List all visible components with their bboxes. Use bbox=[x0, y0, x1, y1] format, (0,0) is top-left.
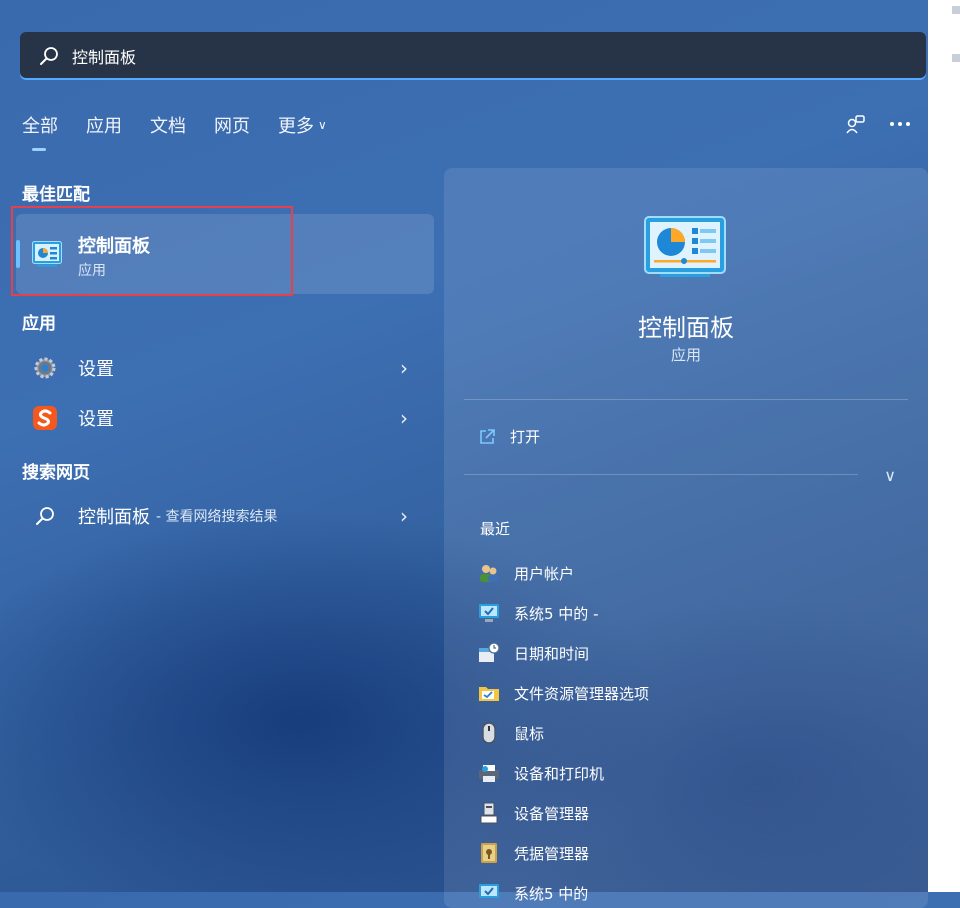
recent-item-label: 鼠标 bbox=[514, 724, 545, 743]
account-switch-icon bbox=[846, 115, 865, 134]
search-box[interactable] bbox=[20, 32, 926, 80]
recent-item-label: 设备管理器 bbox=[514, 804, 590, 823]
detail-panel: 控制面板 应用 打开 ∨ 最近 用户帐户 系统5 中的 - 日期和时间 文件资源… bbox=[444, 168, 928, 908]
divider bbox=[464, 399, 908, 400]
search-icon bbox=[40, 47, 58, 65]
tab-web[interactable]: 网页 bbox=[214, 112, 250, 138]
search-icon bbox=[32, 503, 58, 529]
recent-item-label: 文件资源管理器选项 bbox=[514, 684, 650, 703]
red-highlight-box bbox=[11, 206, 293, 296]
detail-app-type: 应用 bbox=[670, 346, 701, 364]
recent-item-devices-printers[interactable]: 设备和打印机 bbox=[478, 762, 604, 784]
web-search-heading: 搜索网页 bbox=[22, 463, 90, 483]
recent-item-mouse[interactable]: 鼠标 bbox=[478, 722, 544, 744]
system-icon bbox=[479, 884, 499, 898]
folder-options-icon bbox=[479, 687, 499, 701]
more-options-button[interactable] bbox=[886, 110, 914, 138]
recent-item-label: 设备和打印机 bbox=[514, 764, 605, 783]
account-switch-button[interactable] bbox=[842, 110, 870, 138]
app-result-settings-sogou[interactable]: 设置 › bbox=[22, 396, 418, 440]
printer-icon bbox=[479, 765, 499, 782]
app-result-label: 设置 bbox=[78, 409, 114, 430]
tab-more[interactable]: 更多 ∨ bbox=[278, 112, 327, 138]
recent-item-user-accounts[interactable]: 用户帐户 bbox=[478, 562, 574, 584]
gear-icon bbox=[32, 355, 58, 381]
chevron-right-icon: › bbox=[400, 406, 408, 430]
recent-heading: 最近 bbox=[480, 520, 511, 538]
top-actions bbox=[826, 110, 914, 138]
tab-documents[interactable]: 文档 bbox=[150, 112, 186, 138]
recent-item-folder-options[interactable]: 文件资源管理器选项 bbox=[478, 682, 649, 704]
apps-heading: 应用 bbox=[22, 314, 56, 334]
tab-all[interactable]: 全部 bbox=[22, 112, 58, 151]
open-external-icon bbox=[480, 428, 495, 444]
chevron-down-icon: ∨ bbox=[318, 118, 327, 132]
recent-item-date-time[interactable]: 日期和时间 bbox=[478, 642, 589, 664]
app-result-label: 设置 bbox=[78, 359, 114, 380]
edge-fragment bbox=[952, 54, 960, 62]
more-dots-icon bbox=[890, 122, 910, 126]
detail-app-name: 控制面板 bbox=[638, 314, 734, 342]
sogou-icon bbox=[32, 405, 58, 431]
system-icon bbox=[479, 604, 499, 622]
open-action[interactable]: 打开 bbox=[478, 426, 540, 447]
recent-item-system[interactable]: 系统5 中的 - bbox=[478, 602, 599, 624]
filter-tabs: 全部 应用 文档 网页 更多 ∨ bbox=[22, 112, 355, 151]
best-match-heading: 最佳匹配 bbox=[22, 185, 90, 205]
date-time-icon bbox=[479, 642, 500, 662]
edge-fragment bbox=[952, 6, 960, 14]
chevron-right-icon: › bbox=[400, 356, 408, 380]
web-search-result[interactable]: 控制面板 - 查看网络搜索结果 › bbox=[22, 494, 418, 538]
tab-apps[interactable]: 应用 bbox=[86, 112, 122, 138]
device-manager-icon bbox=[480, 802, 498, 824]
recent-item-system-2[interactable]: 系统5 中的 bbox=[478, 882, 588, 904]
recent-item-label: 日期和时间 bbox=[514, 644, 590, 663]
control-panel-large-icon bbox=[644, 216, 726, 277]
expand-chevron-icon[interactable]: ∨ bbox=[884, 466, 896, 485]
web-query-suffix: - 查看网络搜索结果 bbox=[156, 509, 278, 525]
open-label: 打开 bbox=[510, 428, 541, 446]
web-query-label: 控制面板 bbox=[78, 507, 150, 528]
divider bbox=[464, 474, 858, 475]
mouse-icon bbox=[482, 722, 496, 744]
recent-item-label: 系统5 中的 - bbox=[514, 604, 599, 623]
recent-item-label: 凭据管理器 bbox=[514, 844, 590, 863]
credential-icon bbox=[481, 843, 497, 863]
user-accounts-icon bbox=[480, 565, 499, 582]
recent-item-credential-manager[interactable]: 凭据管理器 bbox=[478, 842, 589, 864]
app-result-settings[interactable]: 设置 › bbox=[22, 346, 418, 390]
recent-item-label: 系统5 中的 bbox=[514, 884, 589, 903]
chevron-right-icon: › bbox=[400, 504, 408, 528]
right-edge-strip bbox=[928, 0, 960, 892]
search-input[interactable] bbox=[70, 45, 894, 67]
recent-item-device-manager[interactable]: 设备管理器 bbox=[478, 802, 589, 824]
recent-item-label: 用户帐户 bbox=[514, 564, 575, 583]
